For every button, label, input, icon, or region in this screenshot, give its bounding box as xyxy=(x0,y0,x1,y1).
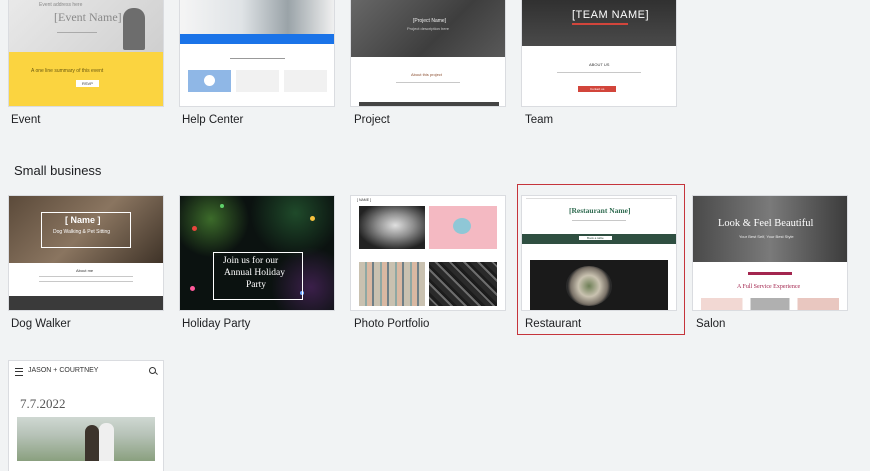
template-label-photo-portfolio[interactable]: Photo Portfolio xyxy=(354,318,429,330)
dog-footer xyxy=(9,296,163,310)
help-heading-line xyxy=(230,58,285,59)
template-label-team[interactable]: Team xyxy=(525,114,553,126)
restaurant-thumb-title: [Restaurant Name] xyxy=(569,206,631,215)
template-team[interactable]: [TEAM NAME] ABOUT US Contact us xyxy=(522,0,676,106)
portfolio-brand: [ NAME ] xyxy=(357,198,372,202)
restaurant-green-band: Book a table xyxy=(522,234,676,244)
event-thumb-tag: A one line summary of this event xyxy=(31,68,104,74)
light-pink xyxy=(190,286,195,291)
template-label-salon[interactable]: Salon xyxy=(696,318,725,330)
dog-body-line-1 xyxy=(39,276,133,277)
template-label-project[interactable]: Project xyxy=(354,114,390,126)
template-label-restaurant[interactable]: Restaurant xyxy=(525,318,581,330)
team-title-underline xyxy=(572,23,628,25)
wedding-couple-photo xyxy=(17,417,155,461)
light-yellow xyxy=(310,216,315,221)
project-body-line xyxy=(396,82,460,83)
template-help-center[interactable] xyxy=(180,0,334,106)
team-hero-image: [TEAM NAME] xyxy=(522,0,676,46)
dog-hero-image: [ Name ] Dog Walking & Pet Sitting xyxy=(9,196,163,263)
wedding-person-2 xyxy=(99,423,114,461)
help-hero-image xyxy=(180,0,334,34)
template-salon[interactable]: Look & Feel Beautiful Your Best Self, Yo… xyxy=(693,196,847,310)
help-card-icon xyxy=(204,75,215,86)
template-holiday-party[interactable]: Join us for our Annual Holiday Party xyxy=(180,196,334,310)
wedding-search-icon-handle xyxy=(155,372,158,375)
wedding-date: 7.7.2022 xyxy=(20,396,66,411)
template-label-holiday-party[interactable]: Holiday Party xyxy=(182,318,250,330)
event-thumb-title: [Event Name] xyxy=(54,10,122,24)
project-thumb-sub: Project description here xyxy=(407,26,450,31)
template-wedding[interactable]: JASON + COURTNEY 7.7.2022 xyxy=(9,361,163,471)
section-heading-small-business: Small business xyxy=(14,163,102,178)
portfolio-photo-old-man xyxy=(359,206,425,249)
template-label-help-center[interactable]: Help Center xyxy=(182,114,243,126)
project-hero-image: [Project Name] Project description here xyxy=(351,0,505,57)
portfolio-photo-cars xyxy=(429,262,497,306)
portfolio-blue-object xyxy=(453,218,471,234)
salon-hero-image: Look & Feel Beautiful Your Best Self, Yo… xyxy=(693,196,847,262)
project-bottom-images xyxy=(359,102,499,106)
help-search-bar xyxy=(180,34,334,44)
event-person-silhouette xyxy=(123,8,145,50)
dog-thumb-sub: Dog Walking & Pet Sitting xyxy=(53,229,111,235)
restaurant-food-photo xyxy=(530,260,668,310)
wedding-names: JASON + COURTNEY xyxy=(28,367,99,374)
team-contact-button: Contact us xyxy=(578,86,617,92)
holiday-title-line-1: Join us for our xyxy=(223,256,279,266)
portfolio-photo-pink xyxy=(429,206,497,249)
restaurant-plate xyxy=(566,266,612,306)
team-thumb-title: [TEAM NAME] xyxy=(572,9,650,21)
event-rsvp-button: RSVP xyxy=(76,80,99,87)
holiday-title-line-2: Annual Holiday xyxy=(224,268,285,278)
wedding-menu-icon-mid xyxy=(15,371,23,372)
light-red xyxy=(192,226,197,231)
help-card-2 xyxy=(236,70,279,92)
template-event[interactable]: Event address here [Event Name] A one li… xyxy=(9,0,163,106)
wedding-menu-icon xyxy=(15,368,23,376)
restaurant-sub-line xyxy=(572,220,626,221)
template-dog-walker[interactable]: [ Name ] Dog Walking & Pet Sitting About… xyxy=(9,196,163,310)
event-thumb-sub: Event address here xyxy=(39,2,83,8)
dog-body-line-2 xyxy=(39,281,133,282)
wedding-person-1 xyxy=(85,425,99,461)
salon-book-button xyxy=(748,272,792,275)
event-hero-image: Event address here [Event Name] xyxy=(9,0,163,52)
salon-gallery xyxy=(701,298,839,310)
help-card-1 xyxy=(188,70,231,92)
help-card-3 xyxy=(284,70,327,92)
light-green xyxy=(220,204,224,208)
template-project[interactable]: [Project Name] Project description here … xyxy=(351,0,505,106)
holiday-title-line-3: Party xyxy=(246,280,267,290)
project-thumb-title: [Project Name] xyxy=(413,18,447,24)
template-photo-portfolio[interactable]: [ NAME ] xyxy=(351,196,505,310)
restaurant-nav-line xyxy=(526,198,672,199)
dog-thumb-title: [ Name ] xyxy=(65,215,101,225)
team-thumb-body: ABOUT US xyxy=(589,62,610,67)
project-thumb-body: About this project xyxy=(411,72,442,77)
template-label-event[interactable]: Event xyxy=(11,114,40,126)
portfolio-photo-building xyxy=(359,262,425,306)
template-restaurant[interactable]: [Restaurant Name] Book a table xyxy=(522,196,676,310)
restaurant-book-button: Book a table xyxy=(579,236,612,240)
salon-thumb-sub: Your Best Self, Your Best Style xyxy=(739,234,794,239)
event-thumb-subline xyxy=(57,32,97,33)
template-label-dog-walker[interactable]: Dog Walker xyxy=(11,318,71,330)
dog-thumb-body: About me xyxy=(76,268,94,273)
team-body-line xyxy=(557,72,641,73)
salon-thumb-body: A Full Service Experience xyxy=(737,284,801,290)
salon-thumb-title: Look & Feel Beautiful xyxy=(718,218,814,229)
